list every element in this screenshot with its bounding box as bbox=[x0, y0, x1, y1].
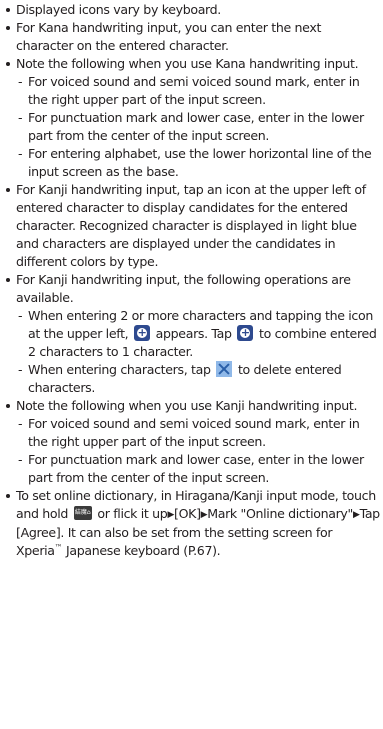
bullet-text: Mark "Online dictionary" bbox=[207, 506, 353, 521]
sub-item-text: When entering characters, tap bbox=[28, 362, 211, 377]
bullet-text: or flick it up bbox=[97, 506, 168, 521]
sub-item-text: For voiced sound and semi voiced sound m… bbox=[28, 74, 360, 107]
bullet-text: For Kana handwriting input, you can ente… bbox=[16, 20, 322, 53]
bullet-kanji-candidates: For Kanji handwriting input, tap an icon… bbox=[0, 181, 383, 271]
bullet-kanji-note: Note the following when you use Kanji ha… bbox=[0, 397, 383, 415]
bullet-text: Japanese keyboard (P.67). bbox=[62, 543, 221, 558]
bullet-text: Note the following when you use Kanji ha… bbox=[16, 398, 358, 413]
combine-plus-icon: + bbox=[134, 325, 150, 341]
manual-page: Displayed icons vary by keyboard. For Ka… bbox=[0, 0, 383, 560]
sub-item-text: appears. Tap bbox=[155, 326, 232, 341]
bullet-online-dictionary: To set online dictionary, in Hiragana/Ka… bbox=[0, 487, 383, 560]
sub-item: For voiced sound and semi voiced sound m… bbox=[0, 415, 383, 451]
key-icon-text: 結魔⌂ bbox=[74, 509, 91, 516]
bullet-kana-note: Note the following when you use Kana han… bbox=[0, 55, 383, 73]
bullet-icons-vary: Displayed icons vary by keyboard. bbox=[0, 1, 383, 19]
sub-item: For voiced sound and semi voiced sound m… bbox=[0, 73, 383, 109]
bullet-text: Note the following when you use Kana han… bbox=[16, 56, 359, 71]
bullet-kana-next-char: For Kana handwriting input, you can ente… bbox=[0, 19, 383, 55]
bullet-text: For Kanji handwriting input, the followi… bbox=[16, 272, 351, 305]
combine-plus-icon: + bbox=[237, 325, 254, 341]
bullet-text: Displayed icons vary by keyboard. bbox=[16, 2, 221, 17]
sub-item-text: For voiced sound and semi voiced sound m… bbox=[28, 416, 360, 449]
sub-item: For punctuation mark and lower case, ent… bbox=[0, 451, 383, 487]
sub-item-text: For entering alphabet, use the lower hor… bbox=[28, 146, 372, 179]
keyboard-key-icon: 結魔⌂ bbox=[73, 506, 92, 520]
sub-item: For entering alphabet, use the lower hor… bbox=[0, 145, 383, 181]
sub-item-delete: When entering characters, tap to delete … bbox=[0, 361, 383, 397]
sub-item: For punctuation mark and lower case, ent… bbox=[0, 109, 383, 145]
bullet-kanji-operations: For Kanji handwriting input, the followi… bbox=[0, 271, 383, 307]
sub-item-combine: When entering 2 or more characters and t… bbox=[0, 307, 383, 361]
sub-item-text: For punctuation mark and lower case, ent… bbox=[28, 452, 364, 485]
bullet-text: [OK] bbox=[174, 506, 201, 521]
arrow-icon: ▶ bbox=[352, 510, 360, 520]
sub-item-text: For punctuation mark and lower case, ent… bbox=[28, 110, 364, 143]
delete-x-icon bbox=[216, 361, 233, 377]
bullet-text: For Kanji handwriting input, tap an icon… bbox=[16, 182, 366, 269]
